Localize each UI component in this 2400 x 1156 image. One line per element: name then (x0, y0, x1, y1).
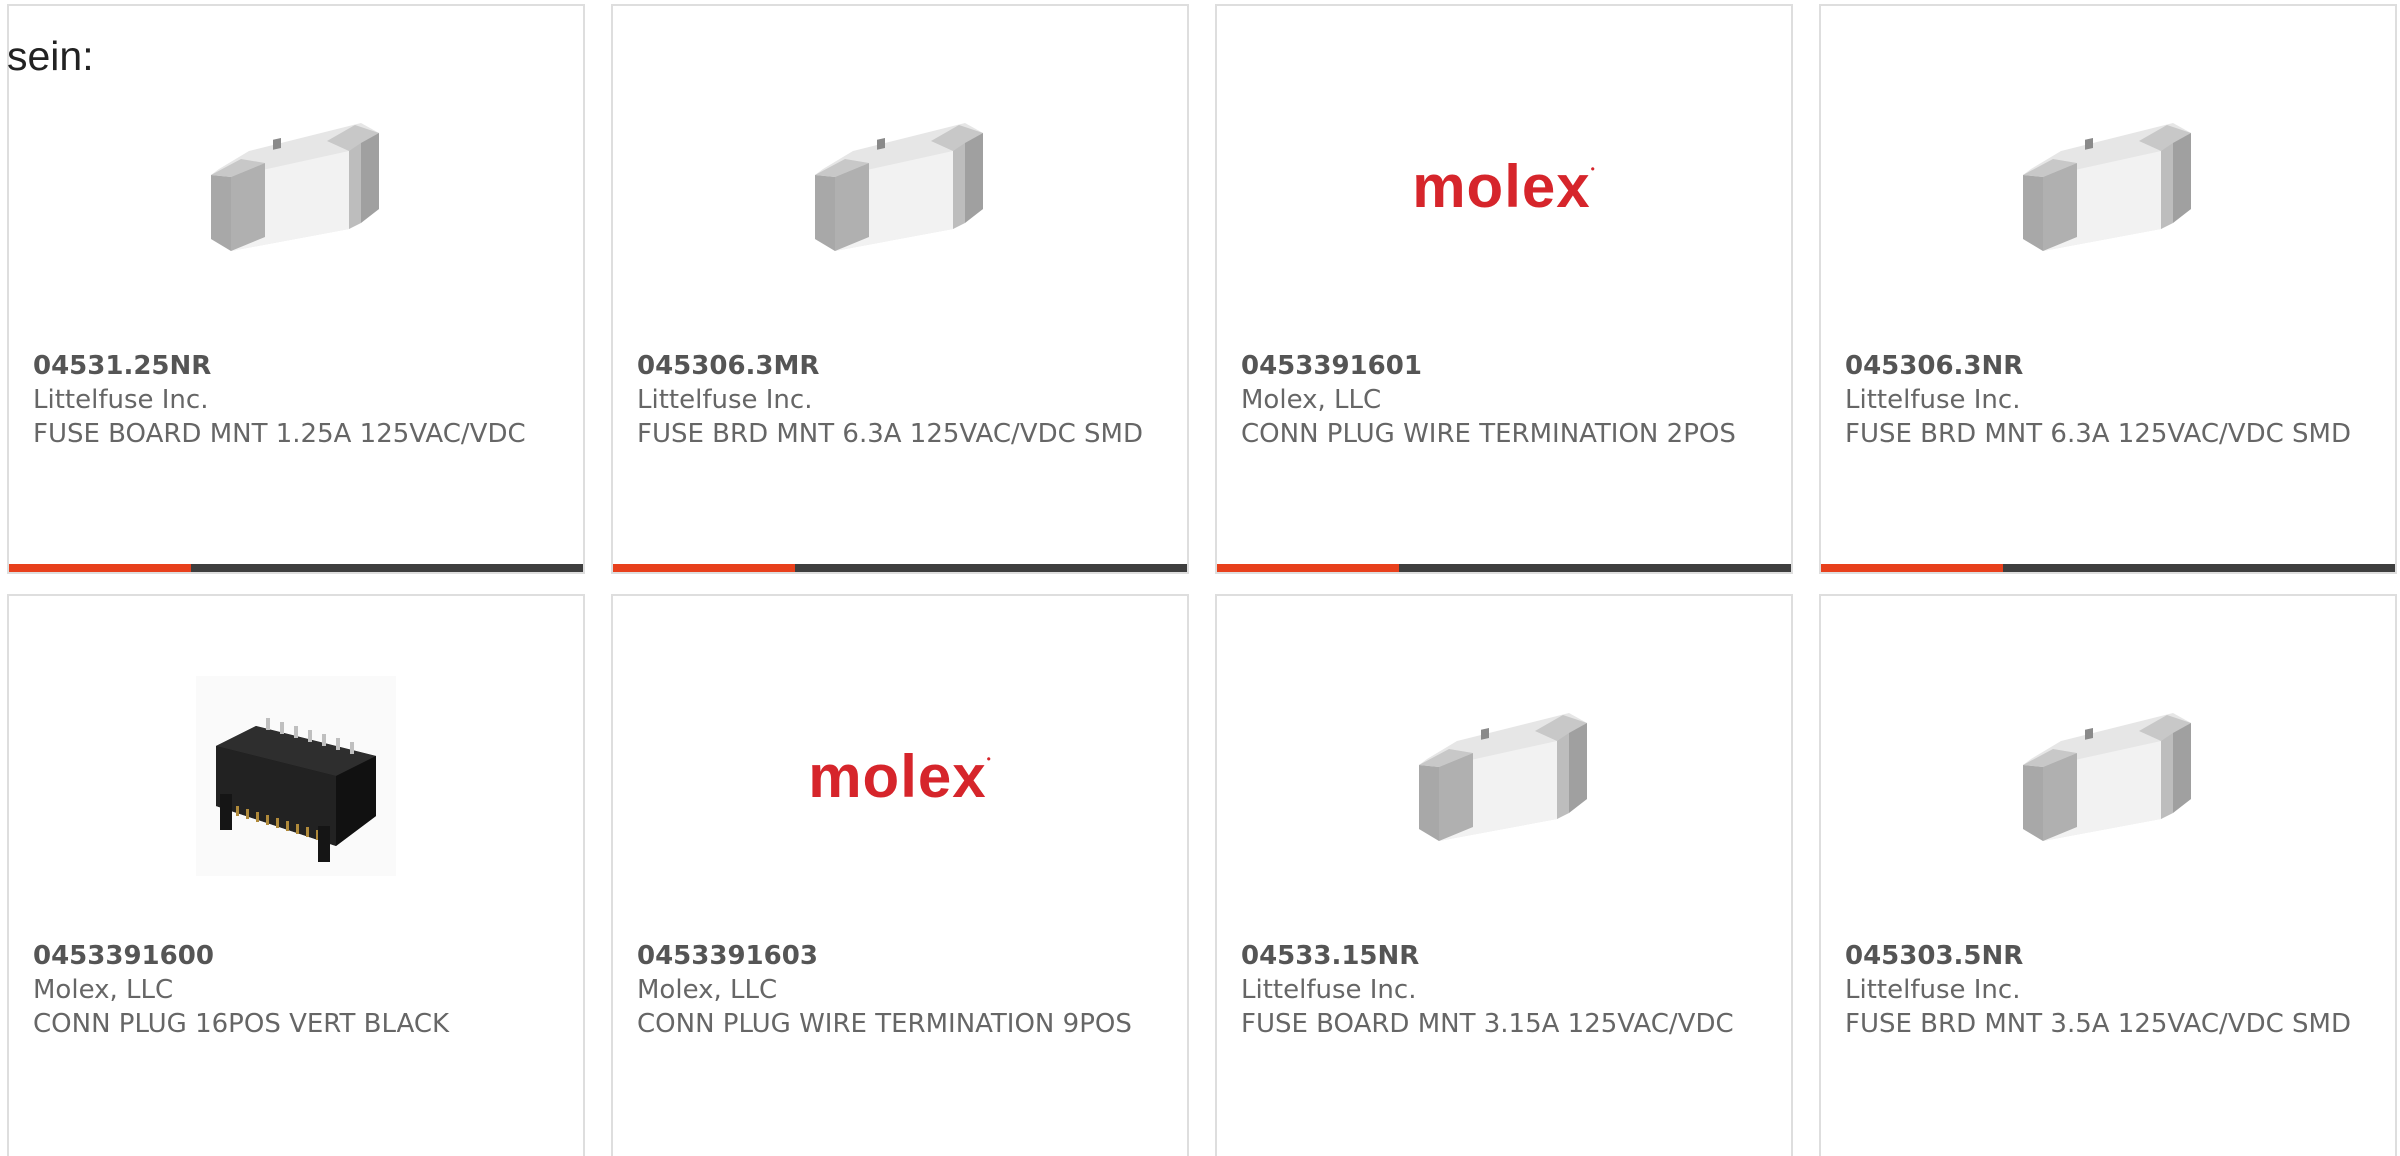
description: CONN PLUG WIRE TERMINATION 2POS (1241, 419, 1736, 449)
card-bar-accent (613, 564, 795, 572)
product-card[interactable]: 045306.3MR Littelfuse Inc. FUSE BRD MNT … (611, 4, 1189, 574)
product-image[interactable] (1821, 656, 2395, 896)
part-number[interactable]: 0453391600 (33, 939, 563, 973)
product-info: 04533.15NR Littelfuse Inc. FUSE BOARD MN… (1241, 939, 1771, 1041)
fuse-image (211, 123, 379, 251)
manufacturer: Molex, LLC (1241, 385, 1382, 415)
description: CONN PLUG 16POS VERT BLACK (33, 1009, 450, 1039)
product-card[interactable]: molex• 0453391601 Molex, LLC CONN PLUG W… (1215, 4, 1793, 574)
part-number[interactable]: 045306.3NR (1845, 349, 2375, 383)
manufacturer: Littelfuse Inc. (1845, 975, 2021, 1005)
molex-logo-text: molex (808, 742, 987, 810)
product-card[interactable]: 045303.5NR Littelfuse Inc. FUSE BRD MNT … (1819, 594, 2397, 1156)
description: FUSE BRD MNT 3.5A 125VAC/VDC SMD (1845, 1009, 2351, 1039)
product-info: 0453391601 Molex, LLC CONN PLUG WIRE TER… (1241, 349, 1771, 451)
description: CONN PLUG WIRE TERMINATION 9POS (637, 1009, 1132, 1039)
card-bar-accent (9, 564, 191, 572)
molex-logo-text: molex (1412, 152, 1591, 220)
product-image[interactable] (1217, 656, 1791, 896)
intro-text: sein: (7, 33, 94, 79)
product-card[interactable]: 0453391600 Molex, LLC CONN PLUG 16POS VE… (7, 594, 585, 1156)
description: FUSE BOARD MNT 1.25A 125VAC/VDC (33, 419, 526, 449)
part-number[interactable]: 04531.25NR (33, 349, 563, 383)
product-image[interactable] (613, 66, 1187, 306)
product-info: 0453391603 Molex, LLC CONN PLUG WIRE TER… (637, 939, 1167, 1041)
product-info: 045306.3NR Littelfuse Inc. FUSE BRD MNT … (1845, 349, 2375, 451)
description: FUSE BRD MNT 6.3A 125VAC/VDC SMD (1845, 419, 2351, 449)
molex-logo: molex• (1412, 152, 1596, 220)
product-info: 045306.3MR Littelfuse Inc. FUSE BRD MNT … (637, 349, 1167, 451)
product-image[interactable] (9, 656, 583, 896)
card-bar-accent (1217, 564, 1399, 572)
card-bar (1821, 564, 2395, 572)
fuse-image (2023, 713, 2191, 841)
product-info: 0453391600 Molex, LLC CONN PLUG 16POS VE… (33, 939, 563, 1041)
card-bar (613, 564, 1187, 572)
fuse-image (2023, 123, 2191, 251)
card-bar (9, 564, 583, 572)
part-number[interactable]: 045303.5NR (1845, 939, 2375, 973)
manufacturer: Littelfuse Inc. (33, 385, 209, 415)
part-number[interactable]: 04533.15NR (1241, 939, 1771, 973)
fuse-image (1419, 713, 1587, 841)
product-grid-page: sein: 04531.25NR Littelfuse Inc. FUSE BO… (0, 0, 2400, 1156)
product-card[interactable]: molex• 0453391603 Molex, LLC CONN PLUG W… (611, 594, 1189, 1156)
part-number[interactable]: 045306.3MR (637, 349, 1167, 383)
description: FUSE BRD MNT 6.3A 125VAC/VDC SMD (637, 419, 1143, 449)
description: FUSE BOARD MNT 3.15A 125VAC/VDC (1241, 1009, 1734, 1039)
manufacturer: Littelfuse Inc. (1241, 975, 1417, 1005)
molex-logo: molex• (808, 742, 992, 810)
part-number[interactable]: 0453391603 (637, 939, 1167, 973)
card-bar (1217, 564, 1791, 572)
manufacturer: Littelfuse Inc. (1845, 385, 2021, 415)
fuse-image (815, 123, 983, 251)
card-bar-accent (1821, 564, 2003, 572)
product-image[interactable]: molex• (1217, 66, 1791, 306)
product-image[interactable] (1821, 66, 2395, 306)
product-image[interactable] (9, 66, 583, 306)
manufacturer: Littelfuse Inc. (637, 385, 813, 415)
part-number[interactable]: 0453391601 (1241, 349, 1771, 383)
product-info: 045303.5NR Littelfuse Inc. FUSE BRD MNT … (1845, 939, 2375, 1041)
manufacturer: Molex, LLC (33, 975, 174, 1005)
product-image[interactable]: molex• (613, 656, 1187, 896)
product-card[interactable]: 04531.25NR Littelfuse Inc. FUSE BOARD MN… (7, 4, 585, 574)
manufacturer: Molex, LLC (637, 975, 778, 1005)
connector-image (196, 676, 396, 876)
product-card[interactable]: 04533.15NR Littelfuse Inc. FUSE BOARD MN… (1215, 594, 1793, 1156)
product-card[interactable]: 045306.3NR Littelfuse Inc. FUSE BRD MNT … (1819, 4, 2397, 574)
product-info: 04531.25NR Littelfuse Inc. FUSE BOARD MN… (33, 349, 563, 451)
